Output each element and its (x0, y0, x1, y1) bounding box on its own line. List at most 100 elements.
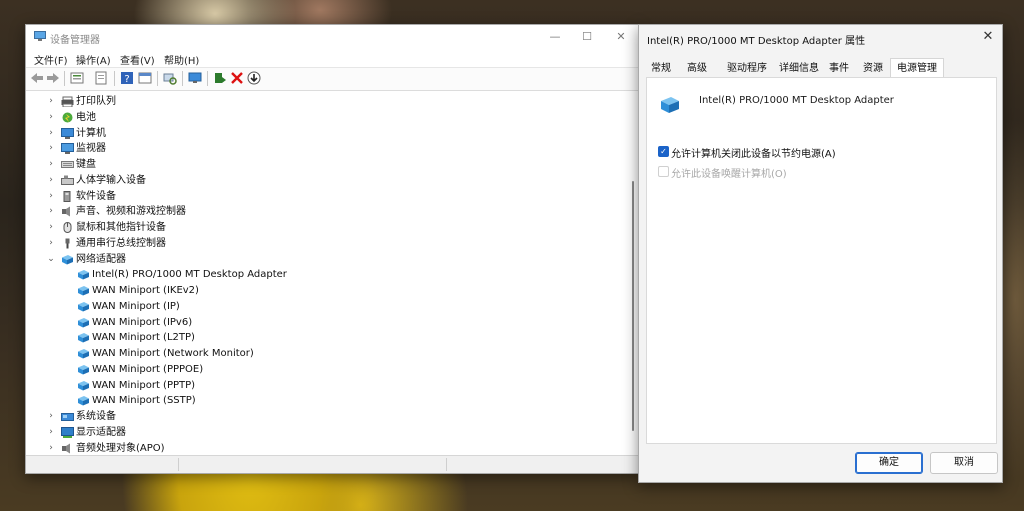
network-adapter-icon (78, 380, 89, 390)
expand-chevron-icon[interactable]: › (46, 141, 56, 156)
expand-chevron-icon[interactable]: › (46, 204, 56, 219)
computer-icon (61, 127, 74, 139)
console-icon[interactable] (138, 71, 152, 85)
menu-help[interactable]: 帮助(H) (164, 52, 199, 67)
expand-chevron-icon[interactable]: › (46, 425, 56, 440)
tree-row[interactable]: › 人体学输入设备 (26, 173, 626, 188)
svg-text:?: ? (124, 74, 129, 85)
tree-row-label: WAN Miniport (IPv6) (92, 316, 193, 328)
expand-chevron-icon[interactable]: › (46, 126, 56, 141)
tree-row[interactable]: WAN Miniport (IKEv2) (26, 283, 626, 298)
title-bar[interactable]: 设备管理器 — ☐ ✕ (26, 25, 638, 49)
uninstall-x-icon[interactable] (230, 71, 244, 85)
status-bar (26, 455, 638, 473)
tree-row-label: 电池 (76, 111, 96, 123)
back-arrow-icon[interactable] (30, 71, 44, 85)
tree-row-label: 显示适配器 (76, 426, 126, 438)
tree-row[interactable]: ⌄ 网络适配器 (26, 252, 626, 267)
tree-row[interactable]: WAN Miniport (IPv6) (26, 315, 626, 330)
download-arrow-icon[interactable] (247, 71, 261, 85)
tab-resources[interactable]: 资源 (858, 61, 888, 77)
help-icon[interactable]: ? (120, 71, 134, 85)
tree-row[interactable]: Intel(R) PRO/1000 MT Desktop Adapter (26, 267, 626, 282)
minimize-button[interactable]: — (544, 29, 566, 45)
tab-driver[interactable]: 驱动程序 (722, 61, 772, 77)
properties-sheet-icon[interactable] (70, 71, 84, 85)
menu-view[interactable]: 查看(V) (120, 52, 155, 67)
tree-row[interactable]: › 打印队列 (26, 94, 626, 109)
tree-row[interactable]: WAN Miniport (IP) (26, 299, 626, 314)
tab-strip: 常规 高级 驱动程序 详细信息 事件 资源 电源管理 (646, 58, 996, 78)
device-manager-window: 设备管理器 — ☐ ✕ 文件(F) 操作(A) 查看(V) 帮助(H) ? › 打… (25, 24, 639, 474)
update-driver-icon[interactable] (213, 71, 227, 85)
expand-chevron-icon[interactable]: › (46, 220, 56, 235)
allow-wake-checkbox[interactable] (658, 166, 669, 177)
expand-chevron-icon[interactable]: › (46, 173, 56, 188)
expand-chevron-icon[interactable]: › (46, 441, 56, 455)
cancel-button[interactable]: 取消 (930, 452, 998, 474)
tree-row[interactable]: WAN Miniport (Network Monitor) (26, 346, 626, 361)
tree-row-label: 音频处理对象(APO) (76, 442, 165, 454)
tab-events[interactable]: 事件 (824, 61, 854, 77)
printer-icon (61, 96, 74, 107)
expand-chevron-icon[interactable]: › (46, 236, 56, 251)
expand-chevron-icon[interactable]: › (46, 94, 56, 109)
menu-bar: 文件(F) 操作(A) 查看(V) 帮助(H) (26, 49, 638, 67)
dialog-title: Intel(R) PRO/1000 MT Desktop Adapter 属性 (647, 36, 866, 47)
expand-chevron-icon[interactable]: › (46, 409, 56, 424)
scrollbar-thumb[interactable] (632, 181, 634, 431)
monitor-icon[interactable] (188, 71, 202, 85)
tree-row-label: 通用串行总线控制器 (76, 237, 166, 249)
forward-arrow-icon[interactable] (46, 71, 60, 85)
tree-row-label: 打印队列 (76, 96, 116, 107)
tree-row[interactable]: › 声音、视频和游戏控制器 (26, 204, 626, 219)
toolbar-separator (157, 71, 158, 86)
tab-advanced[interactable]: 高级 (682, 61, 712, 77)
tree-row-label: WAN Miniport (L2TP) (92, 332, 195, 344)
allow-power-off-label[interactable]: 允许计算机关闭此设备以节约电源(A) (671, 145, 836, 160)
tree-row-label: WAN Miniport (Network Monitor) (92, 348, 254, 359)
allow-power-off-checkbox[interactable]: ✓ (658, 146, 669, 157)
tree-row[interactable]: › 显示适配器 (26, 425, 626, 440)
speaker-icon (62, 206, 70, 217)
tree-row[interactable]: › 电池 (26, 110, 626, 125)
tree-row[interactable]: › 监视器 (26, 141, 626, 156)
tab-general[interactable]: 常规 (646, 61, 676, 77)
battery-icon (62, 112, 73, 123)
tree-row[interactable]: WAN Miniport (PPPOE) (26, 362, 626, 377)
maximize-button[interactable]: ☐ (576, 29, 598, 45)
tree-row[interactable]: › 鼠标和其他指针设备 (26, 220, 626, 235)
dialog-close-button[interactable]: ✕ (980, 29, 996, 45)
menu-action[interactable]: 操作(A) (76, 52, 111, 67)
status-divider (178, 458, 179, 471)
tree-row-label: WAN Miniport (SSTP) (92, 395, 196, 407)
collapse-chevron-icon[interactable]: ⌄ (46, 252, 56, 267)
tree-row[interactable]: › 键盘 (26, 157, 626, 172)
device-tree[interactable]: › 打印队列 › 电池 › 计算机 › 监视器 › 键盘 › 人体学输入设备 › 软件设备 › 声音、视频和游… (26, 90, 629, 454)
network-adapter-icon (78, 364, 89, 375)
tree-row[interactable]: › 计算机 (26, 126, 626, 141)
tab-power-management[interactable]: 电源管理 (890, 58, 944, 78)
tree-row[interactable]: WAN Miniport (PPTP) (26, 378, 626, 393)
expand-chevron-icon[interactable]: › (46, 110, 56, 125)
status-divider (446, 458, 447, 471)
network-adapter-icon (78, 349, 89, 359)
close-button[interactable]: ✕ (610, 29, 632, 45)
tree-row[interactable]: WAN Miniport (SSTP) (26, 393, 626, 408)
tree-row[interactable]: › 音频处理对象(APO) (26, 441, 626, 455)
speaker-icon (62, 443, 70, 453)
scan-hardware-icon[interactable] (163, 71, 177, 85)
document-icon[interactable] (94, 71, 108, 85)
keyboard-icon (61, 161, 74, 168)
tree-row[interactable]: WAN Miniport (L2TP) (26, 330, 626, 345)
tab-details[interactable]: 详细信息 (774, 61, 824, 77)
tree-row[interactable]: › 系统设备 (26, 409, 626, 424)
expand-chevron-icon[interactable]: › (46, 189, 56, 204)
hid-icon (61, 175, 74, 185)
expand-chevron-icon[interactable]: › (46, 157, 56, 172)
tree-row[interactable]: › 软件设备 (26, 189, 626, 204)
toolbar-separator (207, 71, 208, 86)
ok-button[interactable]: 确定 (855, 452, 923, 474)
tree-row[interactable]: › 通用串行总线控制器 (26, 236, 626, 251)
menu-file[interactable]: 文件(F) (34, 52, 68, 67)
